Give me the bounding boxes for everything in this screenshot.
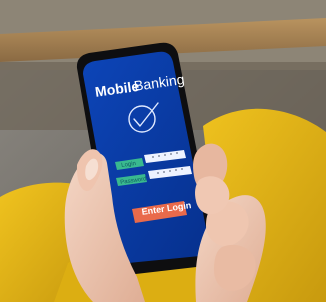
scene-background [0,0,326,302]
photo-scene: Mobile Banking Login Password Enter Logi… [0,0,326,302]
